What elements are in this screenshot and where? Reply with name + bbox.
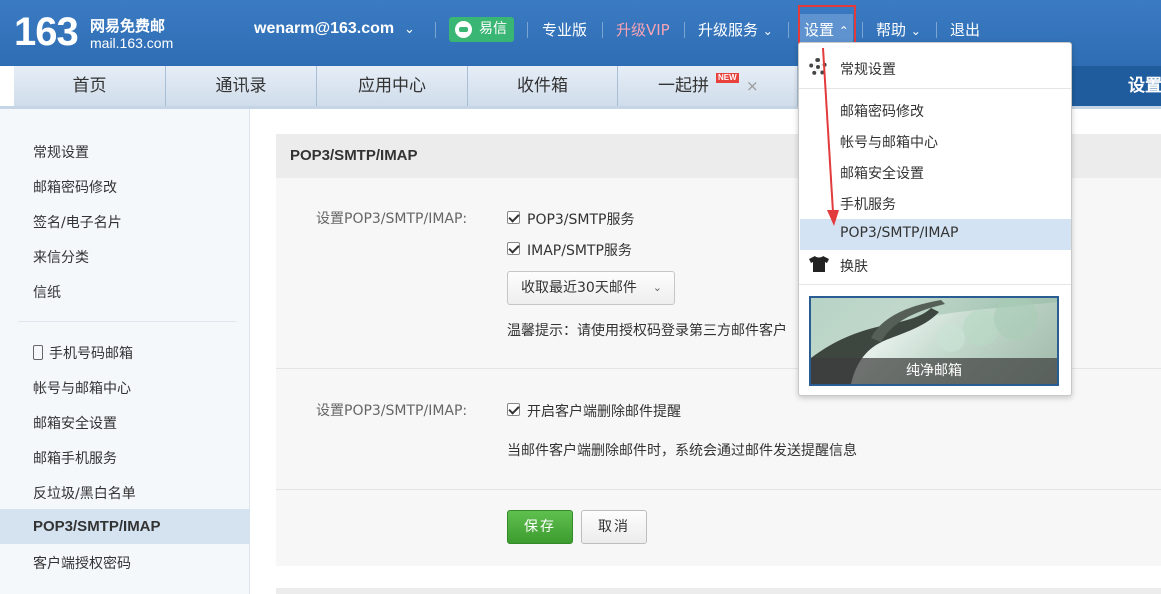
divider (936, 22, 937, 38)
chevron-down-icon: ⌄ (652, 281, 662, 294)
delete-reminder-desc: 当邮件客户端删除邮件时，系统会通过邮件发送提醒信息 (507, 443, 857, 459)
dropdown-item-general[interactable]: 常规设置 (840, 59, 896, 79)
sidebar: 常规设置 邮箱密码修改 签名/电子名片 来信分类 信纸 手机号码邮箱 帐号与邮箱… (0, 109, 250, 594)
nav-upgrade-vip[interactable]: 升级VIP (616, 19, 670, 40)
imap-checkbox[interactable] (507, 242, 520, 255)
cancel-button[interactable]: 取消 (581, 510, 647, 544)
divider (684, 22, 685, 38)
shirt-icon (809, 256, 829, 272)
new-badge: NEW (716, 73, 739, 83)
dropdown-item-security[interactable]: 邮箱安全设置 (840, 163, 924, 183)
dropdown-item-password[interactable]: 邮箱密码修改 (840, 101, 924, 121)
select-value: 收取最近30天邮件 (521, 280, 637, 296)
dropdown-item-mobile[interactable]: 手机服务 (840, 194, 896, 214)
sidebar-item-filters[interactable]: 来信分类 (33, 247, 89, 267)
imap-label: IMAP/SMTP服务 (527, 243, 632, 259)
close-icon[interactable]: × (746, 66, 759, 106)
dropdown-item-pop3[interactable]: POP3/SMTP/IMAP (840, 225, 958, 241)
delete-reminder-checkbox[interactable] (507, 403, 520, 416)
sidebar-item-password[interactable]: 邮箱密码修改 (33, 177, 117, 197)
next-section-edge (276, 588, 1161, 594)
divider (788, 22, 789, 38)
phone-icon (33, 345, 43, 360)
tab-inbox[interactable]: 收件箱 (468, 66, 618, 106)
logo-title: 网易免费邮 (90, 17, 166, 35)
chevron-down-icon[interactable]: ⌄ (404, 22, 415, 37)
nav-help[interactable]: 帮助 ⌄ (876, 19, 921, 40)
sidebar-item-pop3[interactable]: POP3/SMTP/IMAP (33, 518, 161, 535)
tab-settings[interactable]: 设置 (1072, 66, 1161, 106)
divider (602, 22, 603, 38)
sidebar-item-label: 手机号码邮箱 (49, 346, 133, 362)
dropdown-item-account-center[interactable]: 帐号与邮箱中心 (840, 132, 938, 152)
tab-pin-label: 一起拼 (658, 76, 709, 96)
sidebar-item-account-center[interactable]: 帐号与邮箱中心 (33, 378, 131, 398)
chevron-down-icon: ⌄ (910, 24, 921, 38)
pop3-label: POP3/SMTP服务 (527, 212, 635, 228)
sidebar-item-general[interactable]: 常规设置 (33, 142, 89, 162)
tab-pin[interactable]: 一起拼 NEW × (618, 66, 798, 106)
yixin-button[interactable]: 易信 (449, 17, 514, 42)
nav-upgrade-service[interactable]: 升级服务 ⌄ (698, 19, 773, 40)
divider (527, 22, 528, 38)
row-label: 设置POP3/SMTP/IMAP: (316, 211, 468, 227)
skin-preview[interactable]: 纯净邮箱 (809, 296, 1059, 386)
dropdown-item-skin[interactable]: 换肤 (840, 256, 868, 276)
save-button[interactable]: 保存 (507, 510, 573, 544)
nav-pro[interactable]: 专业版 (542, 19, 587, 40)
sidebar-item-mobile-service[interactable]: 邮箱手机服务 (33, 448, 117, 468)
skin-caption: 纯净邮箱 (811, 358, 1057, 384)
delete-reminder-label: 开启客户端删除邮件提醒 (527, 404, 681, 420)
yixin-icon (455, 21, 472, 38)
nav-upgrade-label: 升级服务 (698, 21, 759, 39)
dropdown-divider (799, 88, 1071, 89)
tip-text: 温馨提示：请使用授权码登录第三方邮件客户 (507, 323, 787, 339)
tab-home[interactable]: 首页 (14, 66, 166, 106)
sidebar-item-phone-mailbox[interactable]: 手机号码邮箱 (33, 343, 133, 363)
nav-logout[interactable]: 退出 (950, 19, 980, 40)
divider (862, 22, 863, 38)
sidebar-item-antispam[interactable]: 反垃圾/黑白名单 (33, 483, 136, 503)
logo-number: 163 (14, 10, 79, 54)
sidebar-item-security[interactable]: 邮箱安全设置 (33, 413, 117, 433)
settings-dropdown: 常规设置 邮箱密码修改 帐号与邮箱中心 邮箱安全设置 手机服务 POP3/SMT… (798, 42, 1072, 396)
yixin-label: 易信 (479, 21, 507, 37)
tab-app-center[interactable]: 应用中心 (317, 66, 468, 106)
sidebar-item-signature[interactable]: 签名/电子名片 (33, 212, 122, 232)
dropdown-divider (799, 284, 1071, 285)
sidebar-item-stationery[interactable]: 信纸 (33, 282, 61, 302)
divider (435, 22, 436, 38)
nav-help-label: 帮助 (876, 21, 907, 39)
pop3-checkbox[interactable] (507, 211, 520, 224)
sidebar-item-client-auth[interactable]: 客户端授权密码 (33, 553, 131, 573)
gear-icon (809, 58, 827, 76)
logo-domain: mail.163.com (90, 35, 174, 51)
account-name[interactable]: wenarm@163.com (254, 20, 394, 38)
tab-contacts[interactable]: 通讯录 (166, 66, 317, 106)
sidebar-divider (18, 321, 236, 322)
row-label: 设置POP3/SMTP/IMAP: (316, 403, 468, 419)
fetch-range-select[interactable]: 收取最近30天邮件 ⌄ (507, 271, 675, 305)
row-divider (276, 489, 1161, 490)
chevron-down-icon: ⌄ (762, 24, 773, 38)
